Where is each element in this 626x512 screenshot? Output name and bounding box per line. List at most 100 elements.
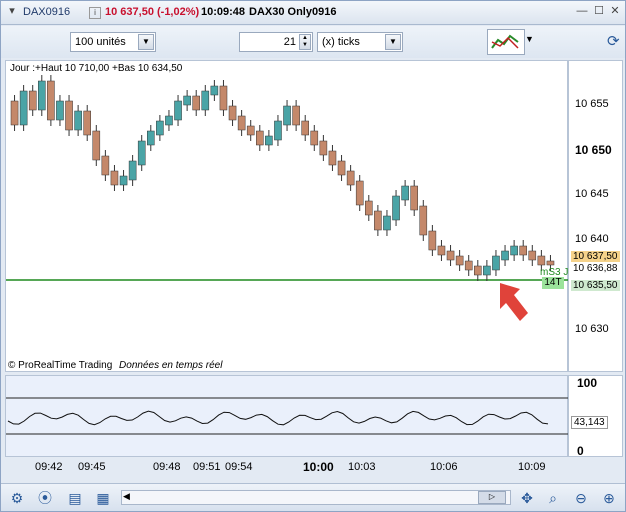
bottom-toolbar: ⚙ ⦿ ▤ ▦ ◀ ▷ ✥ ⌕ ⊖ ⊕: [1, 483, 625, 511]
chevron-down-icon[interactable]: ▼: [138, 34, 154, 50]
instrument-label: DAX30 Only0916: [249, 6, 337, 18]
candle-body: [28, 90, 37, 111]
candle-body: [47, 80, 55, 121]
candlestick-chart: [6, 75, 569, 281]
trading-window: ▾ DAX0916 i 10 637,50 (-1,02%) 10:09:48 …: [0, 0, 626, 512]
title-bar: ▾ DAX0916 i 10 637,50 (-1,02%) 10:09:48 …: [1, 1, 625, 25]
oscillator-chart[interactable]: [5, 375, 569, 457]
candle-body: [292, 105, 300, 126]
osc-tick: 0: [577, 444, 584, 458]
refresh-icon[interactable]: ⟳: [607, 32, 620, 50]
maximize-icon[interactable]: ☐: [592, 5, 606, 19]
time-tick: 10:06: [430, 461, 458, 473]
candle-body: [274, 120, 282, 141]
time-tick: 09:54: [225, 461, 253, 473]
candle-body: [410, 185, 418, 211]
chart-settings-icon[interactable]: ⚙: [7, 488, 27, 508]
candle-body: [192, 95, 201, 111]
candle-body: [355, 180, 364, 206]
price-tick: 10 645: [575, 188, 609, 200]
collapse-icon[interactable]: ▾: [5, 5, 19, 19]
draw-icon[interactable]: ▦: [93, 488, 113, 508]
candle-body: [128, 160, 137, 181]
chevron-down-icon[interactable]: ▼: [385, 34, 401, 50]
price-change: 10 637,50 (-1,02%): [105, 6, 200, 18]
candle-body: [428, 230, 437, 251]
time-axis[interactable]: 09:42 09:45 09:48 09:51 09:54 10:00 10:0…: [5, 458, 568, 480]
price-axis[interactable]: 10 655 10 650 10 645 10 640 10 637,50 10…: [568, 60, 623, 372]
minimize-icon[interactable]: —: [575, 5, 589, 19]
time-tick: 10:03: [348, 461, 376, 473]
period-input[interactable]: 21 ▲ ▼: [239, 32, 313, 52]
time-tick: 09:42: [35, 461, 63, 473]
chart-header: Jour :+Haut 10 710,00 +Bas 10 634,50: [10, 63, 183, 74]
time-tick: 09:45: [78, 461, 106, 473]
osc-tick: 100: [577, 376, 598, 390]
scroll-left-icon[interactable]: ◀: [123, 491, 130, 502]
zoom-in-icon[interactable]: ⊕: [599, 488, 619, 508]
candle-body: [119, 175, 128, 186]
candle-body: [101, 155, 110, 176]
candle-body: [137, 140, 146, 166]
candle-body: [446, 250, 455, 261]
candle-body: [455, 255, 464, 266]
candle-body: [210, 85, 219, 96]
candle-body: [110, 170, 119, 186]
price-tick: 10 630: [575, 323, 609, 335]
oscillator-axis[interactable]: 100 43,143 0: [568, 375, 623, 458]
candle-body: [74, 110, 82, 131]
candle-body: [337, 160, 346, 176]
candle-body: [38, 80, 46, 111]
candle-body: [437, 245, 446, 256]
pan-icon[interactable]: ✥: [517, 488, 537, 508]
time-tick: 09:48: [153, 461, 181, 473]
candle-body: [510, 245, 518, 256]
candle-body: [228, 105, 237, 121]
time-label: 10:09:48: [201, 6, 246, 18]
candle-body: [283, 105, 291, 126]
compare-icon[interactable]: ▤: [65, 488, 85, 508]
candle-body: [483, 265, 491, 276]
price-chart[interactable]: Jour :+Haut 10 710,00 +Bas 10 634,50 © P…: [5, 60, 569, 372]
candle-body: [546, 260, 555, 266]
candle-body: [310, 130, 319, 146]
zoom-fit-icon[interactable]: ⌕: [543, 488, 563, 508]
price-tick: 10 640: [575, 233, 609, 245]
horizontal-scrollbar[interactable]: ◀ ▷: [121, 490, 511, 505]
candle-body: [246, 125, 255, 136]
candle-body: [256, 130, 264, 146]
scroll-thumb[interactable]: ▷: [478, 491, 506, 504]
candle-body: [519, 245, 528, 256]
period-type-select[interactable]: (x) ticks ▼: [317, 32, 403, 52]
candle-body: [174, 100, 182, 121]
candle-body: [165, 115, 173, 126]
units-select[interactable]: 100 unités ▼: [70, 32, 156, 52]
candle-body: [156, 120, 164, 136]
candle-body: [383, 215, 391, 231]
candle-body: [83, 110, 91, 136]
close-icon[interactable]: ✕: [608, 5, 622, 19]
chart-style-button[interactable]: [487, 29, 525, 55]
credit-text: © ProRealTime Trading Données en temps r…: [8, 360, 222, 371]
indicator-icon[interactable]: ⦿: [35, 488, 55, 508]
credit-label: © ProRealTime Trading: [8, 360, 113, 371]
chart-style-icon: [491, 34, 519, 49]
arrow-icon: [500, 283, 528, 321]
time-tick-major: 10:00: [303, 460, 334, 474]
toolbar: 100 unités ▼ 21 ▲ ▼ (x) ticks ▼ ▼ ⟳: [1, 26, 625, 58]
candle-body: [265, 135, 273, 146]
candle-body: [19, 90, 28, 126]
price-tick-last: 10 637,50: [571, 251, 620, 262]
candle-body: [328, 150, 337, 166]
lock-icon[interactable]: i: [89, 7, 101, 19]
candle-body: [219, 85, 228, 111]
price-tick: 10 655: [575, 98, 609, 110]
period-type-value: (x) ticks: [322, 36, 360, 48]
stepper-icon[interactable]: ▲ ▼: [299, 34, 311, 50]
zoom-out-icon[interactable]: ⊖: [571, 488, 591, 508]
chevron-down-icon[interactable]: ▼: [525, 34, 534, 44]
price-tick-line: 10 635,50: [571, 280, 620, 291]
candle-body: [147, 130, 155, 146]
candle-body: [301, 120, 309, 136]
osc-line: [7, 410, 549, 426]
